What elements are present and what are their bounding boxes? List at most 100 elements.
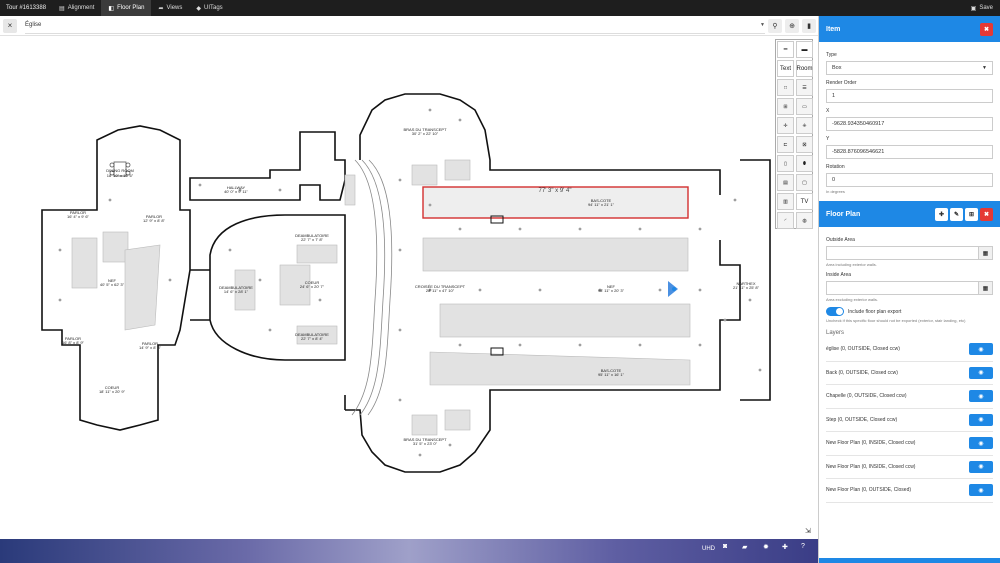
room-dims: 12' 9" x 8' 8" (143, 218, 166, 223)
delete-floorplan-button[interactable]: ✖ (980, 207, 993, 221)
room-dims: 14' 9" x 8' 8" (139, 345, 162, 350)
edit-button[interactable]: ✎ (950, 207, 963, 221)
save-button[interactable]: ▣ Save (964, 5, 1000, 12)
delete-item-button[interactable]: ✖ (980, 22, 993, 36)
panel-footer-strip (819, 558, 1000, 563)
layer-item[interactable]: Step (0, OUTSIDE, Closed ccw) ◉ (826, 409, 993, 432)
top-bar: Tour #1613388 ▤ Alignment ◧ Floor Plan ➦… (0, 0, 1000, 16)
window-tool[interactable]: ▥ (777, 193, 794, 210)
sofa-tool[interactable]: ⊏ (777, 136, 794, 153)
save-icon: ▣ (970, 5, 977, 12)
gear-icon[interactable]: ✹ (763, 543, 769, 551)
eye-icon[interactable]: ◉ (969, 390, 993, 403)
camera-icon[interactable]: ◙ (723, 543, 727, 550)
room-dims: 31' 5" x 23' 0" (413, 441, 438, 446)
chevron-down-icon: ▼ (760, 22, 765, 28)
layer-item[interactable]: New Floor Plan (0, INSIDE, Closed ccw) ◉ (826, 456, 993, 479)
tab-label: Views (166, 5, 183, 11)
help-icon[interactable]: ? (801, 543, 805, 550)
stairs-tool[interactable]: ☰ (796, 79, 813, 96)
door-tool[interactable]: ◜ (777, 212, 794, 229)
calculator-icon[interactable]: ▦ (979, 281, 993, 295)
zoom-button[interactable]: ⊕ (785, 18, 799, 33)
measure-icon[interactable]: ▰ (742, 543, 747, 551)
rotation-input[interactable]: 0 (826, 173, 993, 187)
layer-label: New Floor Plan (0, INSIDE, Closed ccw) (826, 440, 916, 447)
grid-button[interactable]: ⊞ (965, 207, 978, 221)
sink-tool[interactable]: ◍ (796, 212, 813, 229)
render-order-input[interactable]: 1 (826, 89, 993, 103)
dining-set-icon: ⁜ (802, 122, 807, 129)
room-dims: 40' 5" x 62' 3" (100, 282, 125, 287)
tab-views[interactable]: ➦ Views (151, 0, 189, 16)
include-export-toggle[interactable] (826, 307, 844, 316)
room-dims: 94' 11" x 21' 1" (588, 202, 615, 207)
add-button[interactable]: ✚ (935, 207, 948, 221)
x-label: X (826, 108, 830, 114)
thin-wall-tool[interactable]: ━ (777, 41, 794, 58)
inside-area-hint: Area excluding exterior walls. (826, 297, 879, 302)
table-tool[interactable]: ✛ (777, 117, 794, 134)
alignment-icon: ▤ (59, 5, 65, 12)
close-button[interactable]: × (3, 18, 17, 33)
layer-item[interactable]: New Floor Plan (0, OUTSIDE, Closed) ◉ (826, 479, 993, 503)
opening-tool[interactable]: ⊠ (796, 136, 813, 153)
floor-plan-drawing[interactable]: DINING ROOM 18' 10" x 16' 6" HALLWAY 40'… (0, 37, 818, 539)
toilet-tool[interactable]: ⬮ (796, 155, 813, 172)
uhd-toggle[interactable]: UHD (702, 546, 715, 552)
eye-icon[interactable]: ◉ (969, 343, 993, 356)
dining-set-tool[interactable]: ⁜ (796, 117, 813, 134)
rotation-hint: In degrees (826, 189, 845, 194)
eye-icon[interactable]: ◉ (969, 460, 993, 473)
item-header: Item ✖ (819, 16, 1000, 42)
fridge-icon: ▯ (784, 160, 787, 167)
box-tool[interactable]: □ (777, 79, 794, 96)
eye-icon[interactable]: ◉ (969, 366, 993, 379)
fridge-tool[interactable]: ▯ (777, 155, 794, 172)
layer-item[interactable]: New Floor Plan (0, INSIDE, Closed ccw) ◉ (826, 432, 993, 456)
inside-area-input[interactable] (826, 281, 979, 295)
lock-button[interactable]: ▮ (802, 18, 816, 33)
tab-uitags[interactable]: ◆ UITags (189, 0, 229, 16)
layer-label: Step (0, OUTSIDE, Closed ccw) (826, 416, 898, 423)
tag-icon: ◆ (196, 5, 201, 12)
thick-wall-tool[interactable]: ▬ (796, 41, 813, 58)
layer-item[interactable]: Back (0, OUTSIDE, Closed ccw) ◉ (826, 362, 993, 385)
dollhouse-icon[interactable]: ✚ (782, 543, 788, 551)
expand-icon[interactable]: ⇲ (805, 527, 811, 535)
drawing-tool-palette: ━ ▬ Text Room □ ☰ ⊞ ▭ ✛ ⁜ ⊏ ⊠ ▯ ⬮ ▤ ▢ ▥ … (775, 39, 813, 229)
room-dims: 16' 8" x 8' 9" (62, 340, 85, 345)
outside-area-input[interactable] (826, 246, 979, 260)
type-select[interactable]: Box ▼ (826, 61, 993, 75)
tab-floor-plan[interactable]: ◧ Floor Plan (101, 0, 152, 16)
room-tool[interactable]: Room (796, 60, 813, 77)
stove-tool[interactable]: ⊞ (777, 98, 794, 115)
room-dims: 24' 6" x 20' 7" (300, 284, 325, 289)
layer-item[interactable]: Chapelle (0, OUTSIDE, Closed ccw) ◉ (826, 385, 993, 409)
table-icon: ✛ (783, 122, 788, 129)
x-input[interactable]: -9628.934350460917 (826, 117, 993, 131)
bathtub-tool[interactable]: ▢ (796, 174, 813, 191)
floorplan-icon: ◧ (108, 5, 115, 12)
layer-item[interactable]: église (0, OUTSIDE, Closed ccw) ◉ (826, 338, 993, 362)
floor-plan-canvas[interactable]: DINING ROOM 18' 10" x 16' 6" HALLWAY 40'… (0, 37, 818, 539)
viewer-controls-bar: UHD ◙ ▰ ✹ ✚ ? (0, 539, 818, 563)
item-title: Item (826, 25, 841, 33)
location-pin-button[interactable]: ⚲ (768, 18, 782, 33)
share-icon: ➦ (158, 5, 164, 12)
trash-icon: ✖ (983, 26, 990, 33)
tab-alignment[interactable]: ▤ Alignment (52, 0, 101, 16)
rug-tool[interactable]: ▭ (796, 98, 813, 115)
eye-icon[interactable]: ◉ (969, 413, 993, 426)
calculator-icon[interactable]: ▦ (979, 246, 993, 260)
tv-tool[interactable]: TV (796, 193, 813, 210)
eye-icon[interactable]: ◉ (969, 437, 993, 450)
toilet-icon: ⬮ (802, 160, 807, 167)
text-tool[interactable]: Text (777, 60, 794, 77)
y-input[interactable]: -5828.876096546621 (826, 145, 993, 159)
stairs-icon: ☰ (802, 84, 807, 91)
floor-toolbar: × Église ▼ ⚲ ⊕ ▮ (0, 16, 818, 36)
eye-icon[interactable]: ◉ (969, 484, 993, 497)
floor-select[interactable]: Église ▼ (25, 18, 765, 34)
bed-tool[interactable]: ▤ (777, 174, 794, 191)
